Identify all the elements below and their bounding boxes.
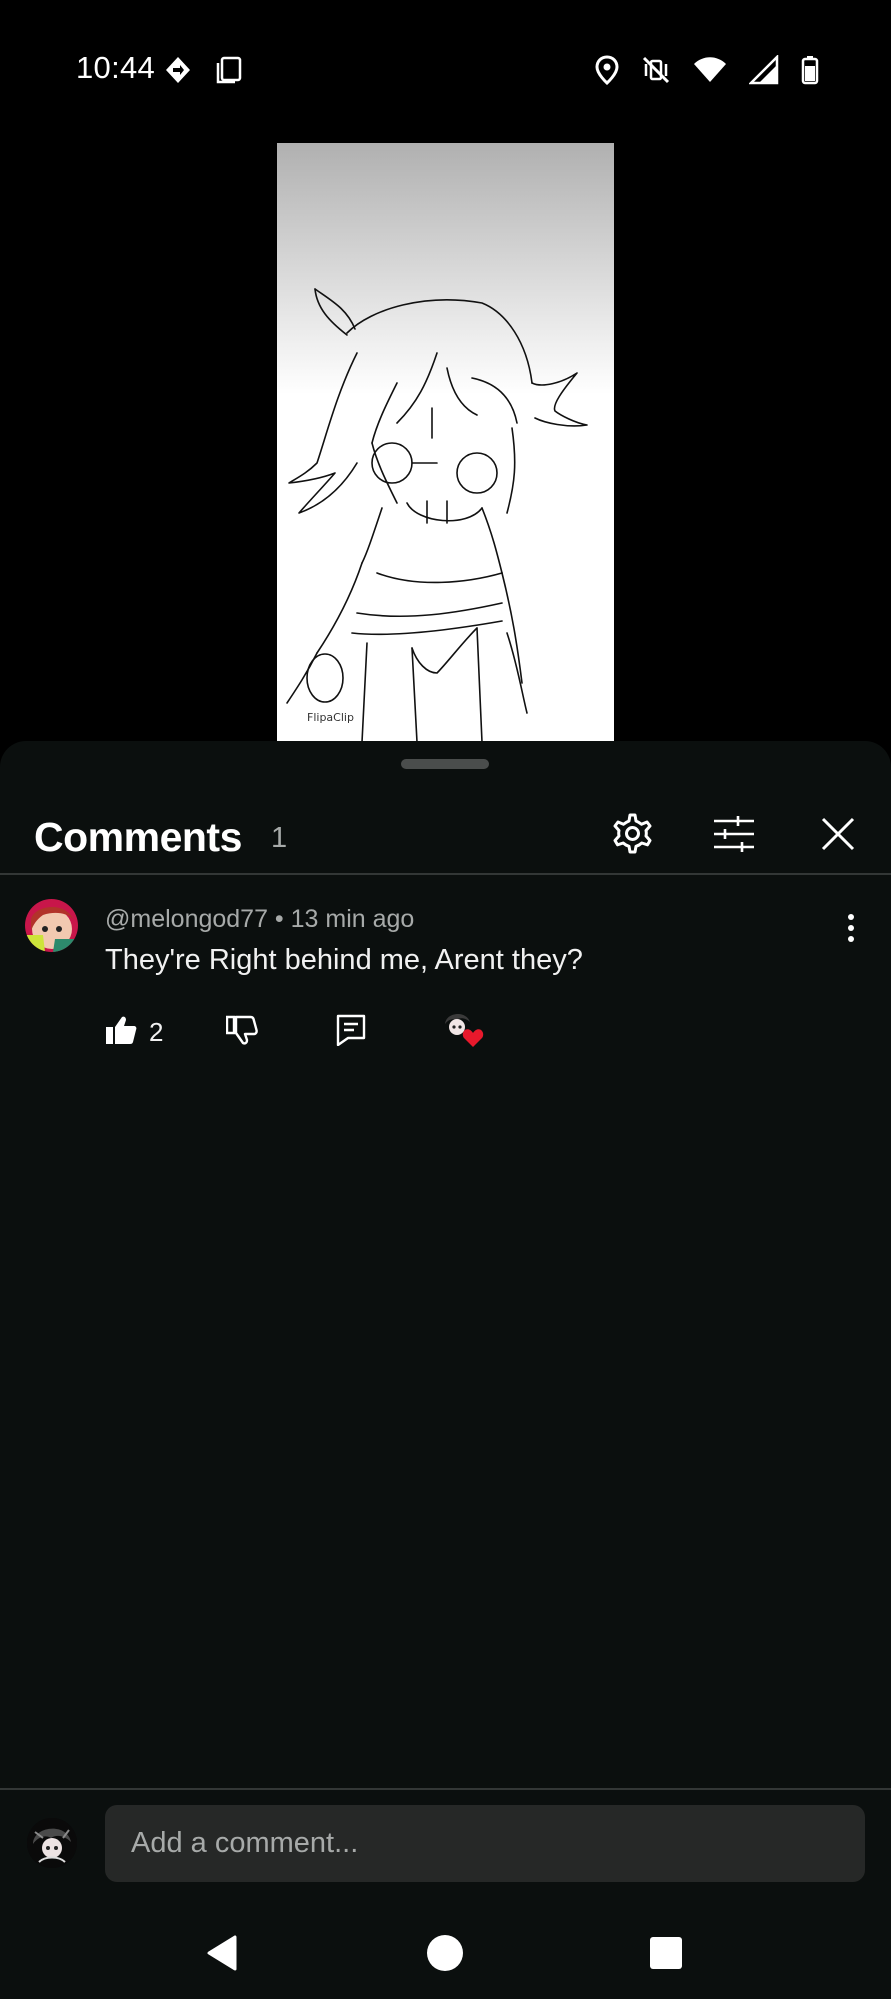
recents-icon: [648, 1935, 684, 1976]
comment-item: @melongod77 • 13 min ago They're Right b…: [0, 899, 891, 1069]
nav-home-button[interactable]: [415, 1925, 475, 1985]
drag-handle[interactable]: [401, 759, 489, 769]
reply-icon: [336, 1014, 366, 1051]
settings-icon: [608, 811, 654, 862]
nav-recents-button[interactable]: [636, 1925, 696, 1985]
screenshot-icon: [215, 55, 243, 90]
filter-icon: [712, 814, 756, 859]
battery-icon: [801, 55, 819, 90]
comments-count: 1: [271, 822, 288, 854]
vibrate-off-icon: [641, 55, 671, 90]
header-divider: [0, 873, 891, 875]
filter-button[interactable]: [706, 808, 762, 864]
more-vert-icon: [846, 913, 856, 948]
input-divider: [0, 1788, 891, 1790]
status-bar: 10:44: [0, 0, 891, 145]
thumbs-down-icon: [225, 1015, 258, 1050]
like-count: 2: [149, 1016, 164, 1047]
sketch-drawing: FlipaClip: [286, 288, 588, 742]
dislike-button[interactable]: [225, 1012, 258, 1052]
add-comment-input[interactable]: [105, 1805, 865, 1882]
my-avatar: [27, 1818, 77, 1868]
thumbs-up-icon: [105, 1015, 137, 1050]
creator-heart: [440, 1009, 484, 1053]
video-preview[interactable]: FlipaClip: [277, 143, 614, 742]
reply-button[interactable]: [336, 1012, 366, 1052]
back-icon: [203, 1933, 243, 1978]
home-icon: [425, 1933, 465, 1978]
comment-more-button[interactable]: [831, 905, 871, 955]
status-right-icons: [595, 53, 819, 90]
location-icon: [595, 55, 619, 90]
video-watermark: FlipaClip: [307, 711, 354, 724]
settings-button[interactable]: [603, 808, 659, 864]
nav-back-button[interactable]: [193, 1925, 253, 1985]
heart-icon: [462, 1028, 484, 1053]
comment-text: They're Right behind me, Arent they?: [105, 944, 583, 976]
close-icon: [820, 816, 856, 857]
navigation-icon: [163, 55, 193, 90]
system-nav-bar: [0, 1905, 891, 1999]
like-button[interactable]: 2: [105, 1012, 163, 1052]
close-button[interactable]: [810, 808, 866, 864]
comment-meta[interactable]: @melongod77 • 13 min ago: [105, 905, 414, 934]
comments-header: Comments 1: [0, 796, 891, 876]
comments-title: Comments: [34, 814, 242, 860]
status-left-icons: [163, 55, 243, 90]
wifi-icon: [693, 55, 727, 90]
status-time: 10:44: [76, 50, 156, 85]
avatar[interactable]: [25, 899, 78, 952]
signal-icon: [747, 53, 779, 90]
